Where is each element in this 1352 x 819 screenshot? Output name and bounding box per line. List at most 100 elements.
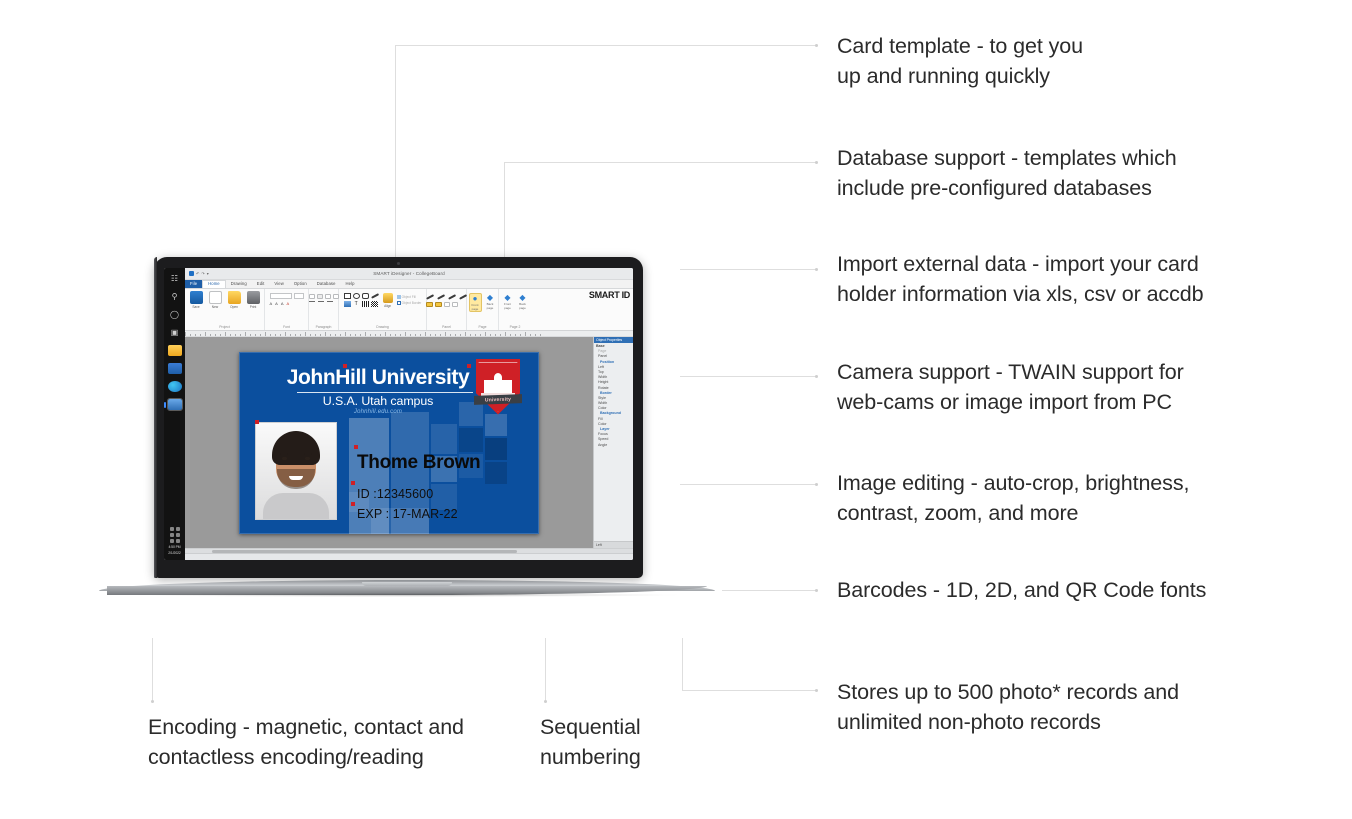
font-color-icon[interactable]: A (287, 301, 290, 307)
selection-handle[interactable] (351, 501, 355, 506)
chevron-down-icon[interactable]: ▾ (207, 271, 209, 276)
panel-box-2-icon[interactable] (452, 301, 458, 307)
quick-access-toolbar[interactable]: ↶ ↷ ▾ (189, 271, 209, 276)
tab-drawing[interactable]: Drawing (226, 280, 252, 288)
open-button[interactable]: Open (226, 291, 242, 309)
object-border-icon[interactable] (396, 301, 401, 305)
property-border-style[interactable]: Style (596, 396, 631, 401)
print-button[interactable]: Print (245, 291, 261, 309)
panel-pen-3-icon[interactable] (448, 294, 456, 300)
selection-handle[interactable] (351, 480, 355, 485)
system-tray[interactable]: 4:50 PM 2/1/2022 (164, 526, 185, 560)
front-page-2-button[interactable]: ◆ Front page (501, 293, 514, 310)
image-tool-icon[interactable] (343, 301, 351, 307)
ribbon-tab-strip[interactable]: File Home Drawing Edit View Option Datab… (185, 280, 633, 289)
tab-view[interactable]: View (269, 280, 288, 288)
property-left[interactable]: Left (596, 365, 631, 370)
object-properties-panel[interactable]: Object Properties Base Page Panel Positi… (593, 337, 633, 548)
property-width[interactable]: Width (596, 375, 631, 380)
text-tool-icon[interactable]: T (353, 301, 360, 307)
tray-icons-row-3[interactable] (169, 538, 180, 543)
horizontal-scrollbar[interactable] (185, 548, 633, 553)
os-taskbar[interactable]: ☷ ⚲ ◯ ▣ 4:50 PM 2/1/2022 (164, 268, 185, 560)
moon-icon[interactable] (175, 526, 180, 531)
align-button[interactable]: Align (381, 293, 395, 308)
volume-icon[interactable] (175, 538, 180, 543)
property-page[interactable]: Page (596, 349, 631, 354)
selection-handle[interactable] (467, 363, 471, 368)
ellipse-shape-icon[interactable] (352, 293, 360, 299)
chevron-up-icon[interactable] (169, 526, 174, 531)
indent-icon[interactable] (317, 301, 324, 302)
property-angle[interactable]: Angle (596, 443, 631, 448)
smart-idesigner-taskbar-icon[interactable] (164, 398, 183, 411)
network-icon[interactable] (169, 538, 174, 543)
property-base[interactable]: Base (596, 344, 631, 349)
property-top[interactable]: Top (596, 370, 631, 375)
panel-chip-1-icon[interactable] (426, 301, 433, 307)
panel-chip-2-icon[interactable] (435, 301, 442, 307)
tab-edit[interactable]: Edit (252, 280, 270, 288)
selection-handle[interactable] (255, 419, 259, 424)
tab-option[interactable]: Option (289, 280, 312, 288)
align-justify-icon[interactable] (332, 294, 339, 299)
panel-box-1-icon[interactable] (444, 301, 450, 307)
line-spacing-icon[interactable] (308, 301, 315, 302)
design-canvas[interactable]: JohnHill University U.S.A. Utah campus J… (185, 337, 593, 548)
start-icon[interactable]: ☷ (168, 273, 181, 284)
bold-icon[interactable]: A (270, 301, 273, 307)
underline-icon[interactable]: A (281, 301, 284, 307)
property-rotate[interactable]: Rotate (596, 386, 631, 391)
property-border-width[interactable]: Width (596, 401, 631, 406)
properties-list[interactable]: Base Page Panel Position Left Top Width … (594, 343, 633, 541)
onedrive-icon[interactable] (169, 532, 174, 537)
property-fill[interactable]: Fill (596, 417, 631, 422)
cortana-icon[interactable]: ◯ (168, 309, 181, 320)
barcode-tool-icon[interactable] (361, 301, 369, 307)
save-button[interactable]: Save (188, 291, 204, 309)
selection-handle[interactable] (354, 444, 358, 449)
qrcode-tool-icon[interactable] (370, 301, 378, 307)
font-size-select[interactable] (293, 293, 304, 299)
undo-icon[interactable]: ↶ (196, 271, 199, 276)
back-page-button[interactable]: ◆ Back page (484, 293, 497, 310)
property-panel[interactable]: Panel (596, 354, 631, 359)
back-page-2-button[interactable]: ◆ Back page (516, 293, 529, 310)
tab-help[interactable]: Help (341, 280, 360, 288)
panel-pen-4-icon[interactable] (459, 294, 467, 300)
panel-pen-1-icon[interactable] (426, 294, 434, 300)
ribbon[interactable]: Save New Open Print Project A A A A Font… (185, 289, 633, 331)
rectangle-shape-icon[interactable] (343, 293, 351, 299)
word-app-icon[interactable] (167, 363, 182, 374)
task-view-icon[interactable]: ▣ (168, 327, 181, 338)
property-border-color[interactable]: Color (596, 406, 631, 411)
front-page-button[interactable]: ● Front page (468, 293, 482, 313)
align-center-icon[interactable] (316, 294, 323, 299)
font-family-select[interactable] (269, 293, 292, 299)
app-icon[interactable] (189, 271, 194, 276)
tray-icons-row-2[interactable] (169, 532, 180, 537)
panel-pen-2-icon[interactable] (437, 294, 445, 300)
tab-file[interactable]: File (185, 280, 203, 288)
object-fill-icon[interactable] (396, 295, 401, 299)
rounded-rect-shape-icon[interactable] (361, 293, 369, 299)
outdent-icon[interactable] (326, 301, 333, 302)
battery-icon[interactable] (175, 532, 180, 537)
new-button[interactable]: New (207, 291, 223, 309)
property-focus[interactable]: Focus (596, 432, 631, 437)
align-right-icon[interactable] (324, 294, 331, 299)
id-card-design[interactable]: JohnHill University U.S.A. Utah campus J… (239, 351, 539, 534)
tab-home[interactable]: Home (202, 280, 226, 288)
selection-handle[interactable] (343, 363, 347, 368)
search-icon[interactable]: ⚲ (168, 291, 181, 302)
object-border-label[interactable]: Object Border (402, 301, 422, 305)
align-left-icon[interactable] (308, 294, 315, 299)
card-holder-photo[interactable] (255, 421, 337, 520)
property-height[interactable]: Height (596, 380, 631, 385)
taskbar-clock-date[interactable]: 2/1/2022 (168, 551, 181, 556)
taskbar-clock-time[interactable]: 4:50 PM (169, 545, 181, 550)
edge-browser-icon[interactable] (167, 381, 182, 392)
object-fill-label[interactable]: Object Fill (402, 295, 416, 299)
file-explorer-icon[interactable] (167, 345, 182, 356)
tray-icons-row-1[interactable] (169, 526, 180, 531)
